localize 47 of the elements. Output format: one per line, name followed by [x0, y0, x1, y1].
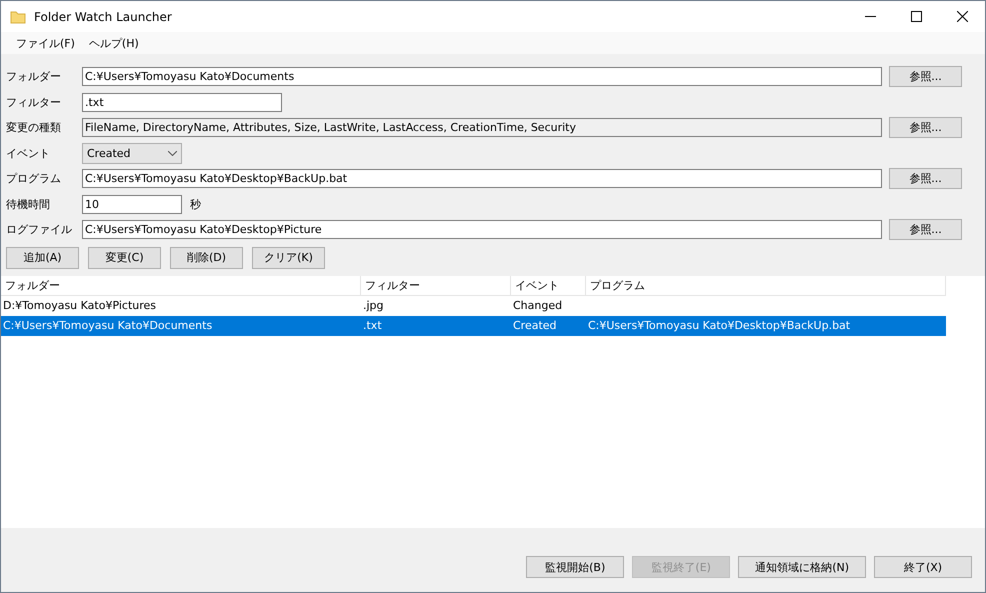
list-row[interactable]: C:¥Users¥Tomoyasu Kato¥Documents .txt Created C:¥Users¥Tomoyasu Kato¥Desktop¥BackUp.bat: [1, 316, 946, 336]
browse-button[interactable]: 参照...: [889, 66, 962, 88]
list-row[interactable]: D:¥Tomoyasu Kato¥Pictures .jpg Changed: [1, 296, 946, 316]
footer-button[interactable]: 終了(X): [874, 556, 972, 578]
action-button[interactable]: クリア(K): [252, 246, 325, 268]
window-title: Folder Watch Launcher: [34, 10, 173, 24]
table-cell: D:¥Tomoyasu Kato¥Pictures: [3, 299, 156, 312]
browse-button[interactable]: 参照...: [889, 219, 962, 240]
input-field[interactable]: C:¥Users¥Tomoyasu Kato¥Documents: [82, 67, 882, 86]
unit-label: 秒: [190, 196, 201, 212]
column-header[interactable]: フォルダー: [1, 276, 361, 294]
action-button[interactable]: 追加(A): [6, 246, 79, 268]
menu-item[interactable]: ファイル(F): [9, 36, 82, 50]
field-label: フォルダー: [6, 69, 62, 84]
field-label: フィルター: [6, 94, 62, 110]
input-field[interactable]: .txt: [82, 92, 282, 112]
browse-button[interactable]: 参照...: [889, 117, 962, 138]
column-header[interactable]: プログラム: [586, 276, 946, 294]
table-cell: .txt: [363, 319, 382, 332]
input-field[interactable]: 10: [82, 194, 182, 214]
action-button[interactable]: 削除(D): [170, 246, 243, 268]
table-cell: Created: [513, 319, 557, 332]
table-cell: .jpg: [363, 299, 384, 312]
field-label: プログラム: [6, 171, 62, 186]
column-header[interactable]: フィルター: [361, 276, 511, 294]
maximize-icon[interactable]: [910, 11, 922, 22]
minimize-icon[interactable]: [864, 16, 876, 17]
table-cell: Changed: [513, 299, 562, 312]
menu-item[interactable]: ヘルプ(H): [82, 36, 146, 50]
table-cell: C:¥Users¥Tomoyasu Kato¥Desktop¥BackUp.bat: [588, 319, 850, 332]
folder-icon: [10, 10, 26, 24]
field-label: ログファイル: [6, 222, 73, 238]
table-cell: C:¥Users¥Tomoyasu Kato¥Documents: [3, 319, 212, 332]
field-label: イベント: [6, 146, 51, 161]
input-field[interactable]: FileName, DirectoryName, Attributes, Size, LastWrite, LastAccess, CreationTime, Security: [82, 118, 882, 138]
browse-button[interactable]: 参照...: [889, 168, 962, 190]
field-label: 変更の種類: [6, 120, 62, 136]
input-field[interactable]: C:¥Users¥Tomoyasu Kato¥Desktop¥Picture: [82, 220, 882, 240]
chevron-down-icon: [168, 150, 177, 156]
field-label: 待機時間: [6, 196, 51, 212]
footer-button[interactable]: 通知領域に格納(N): [738, 556, 866, 578]
column-header[interactable]: イベント: [511, 276, 586, 294]
close-icon[interactable]: [956, 11, 968, 22]
dropdown[interactable]: Created: [82, 142, 182, 164]
action-button[interactable]: 変更(C): [88, 246, 161, 268]
input-field[interactable]: C:¥Users¥Tomoyasu Kato¥Desktop¥BackUp.bat: [82, 169, 882, 188]
footer-button[interactable]: 監視開始(B): [526, 556, 624, 578]
